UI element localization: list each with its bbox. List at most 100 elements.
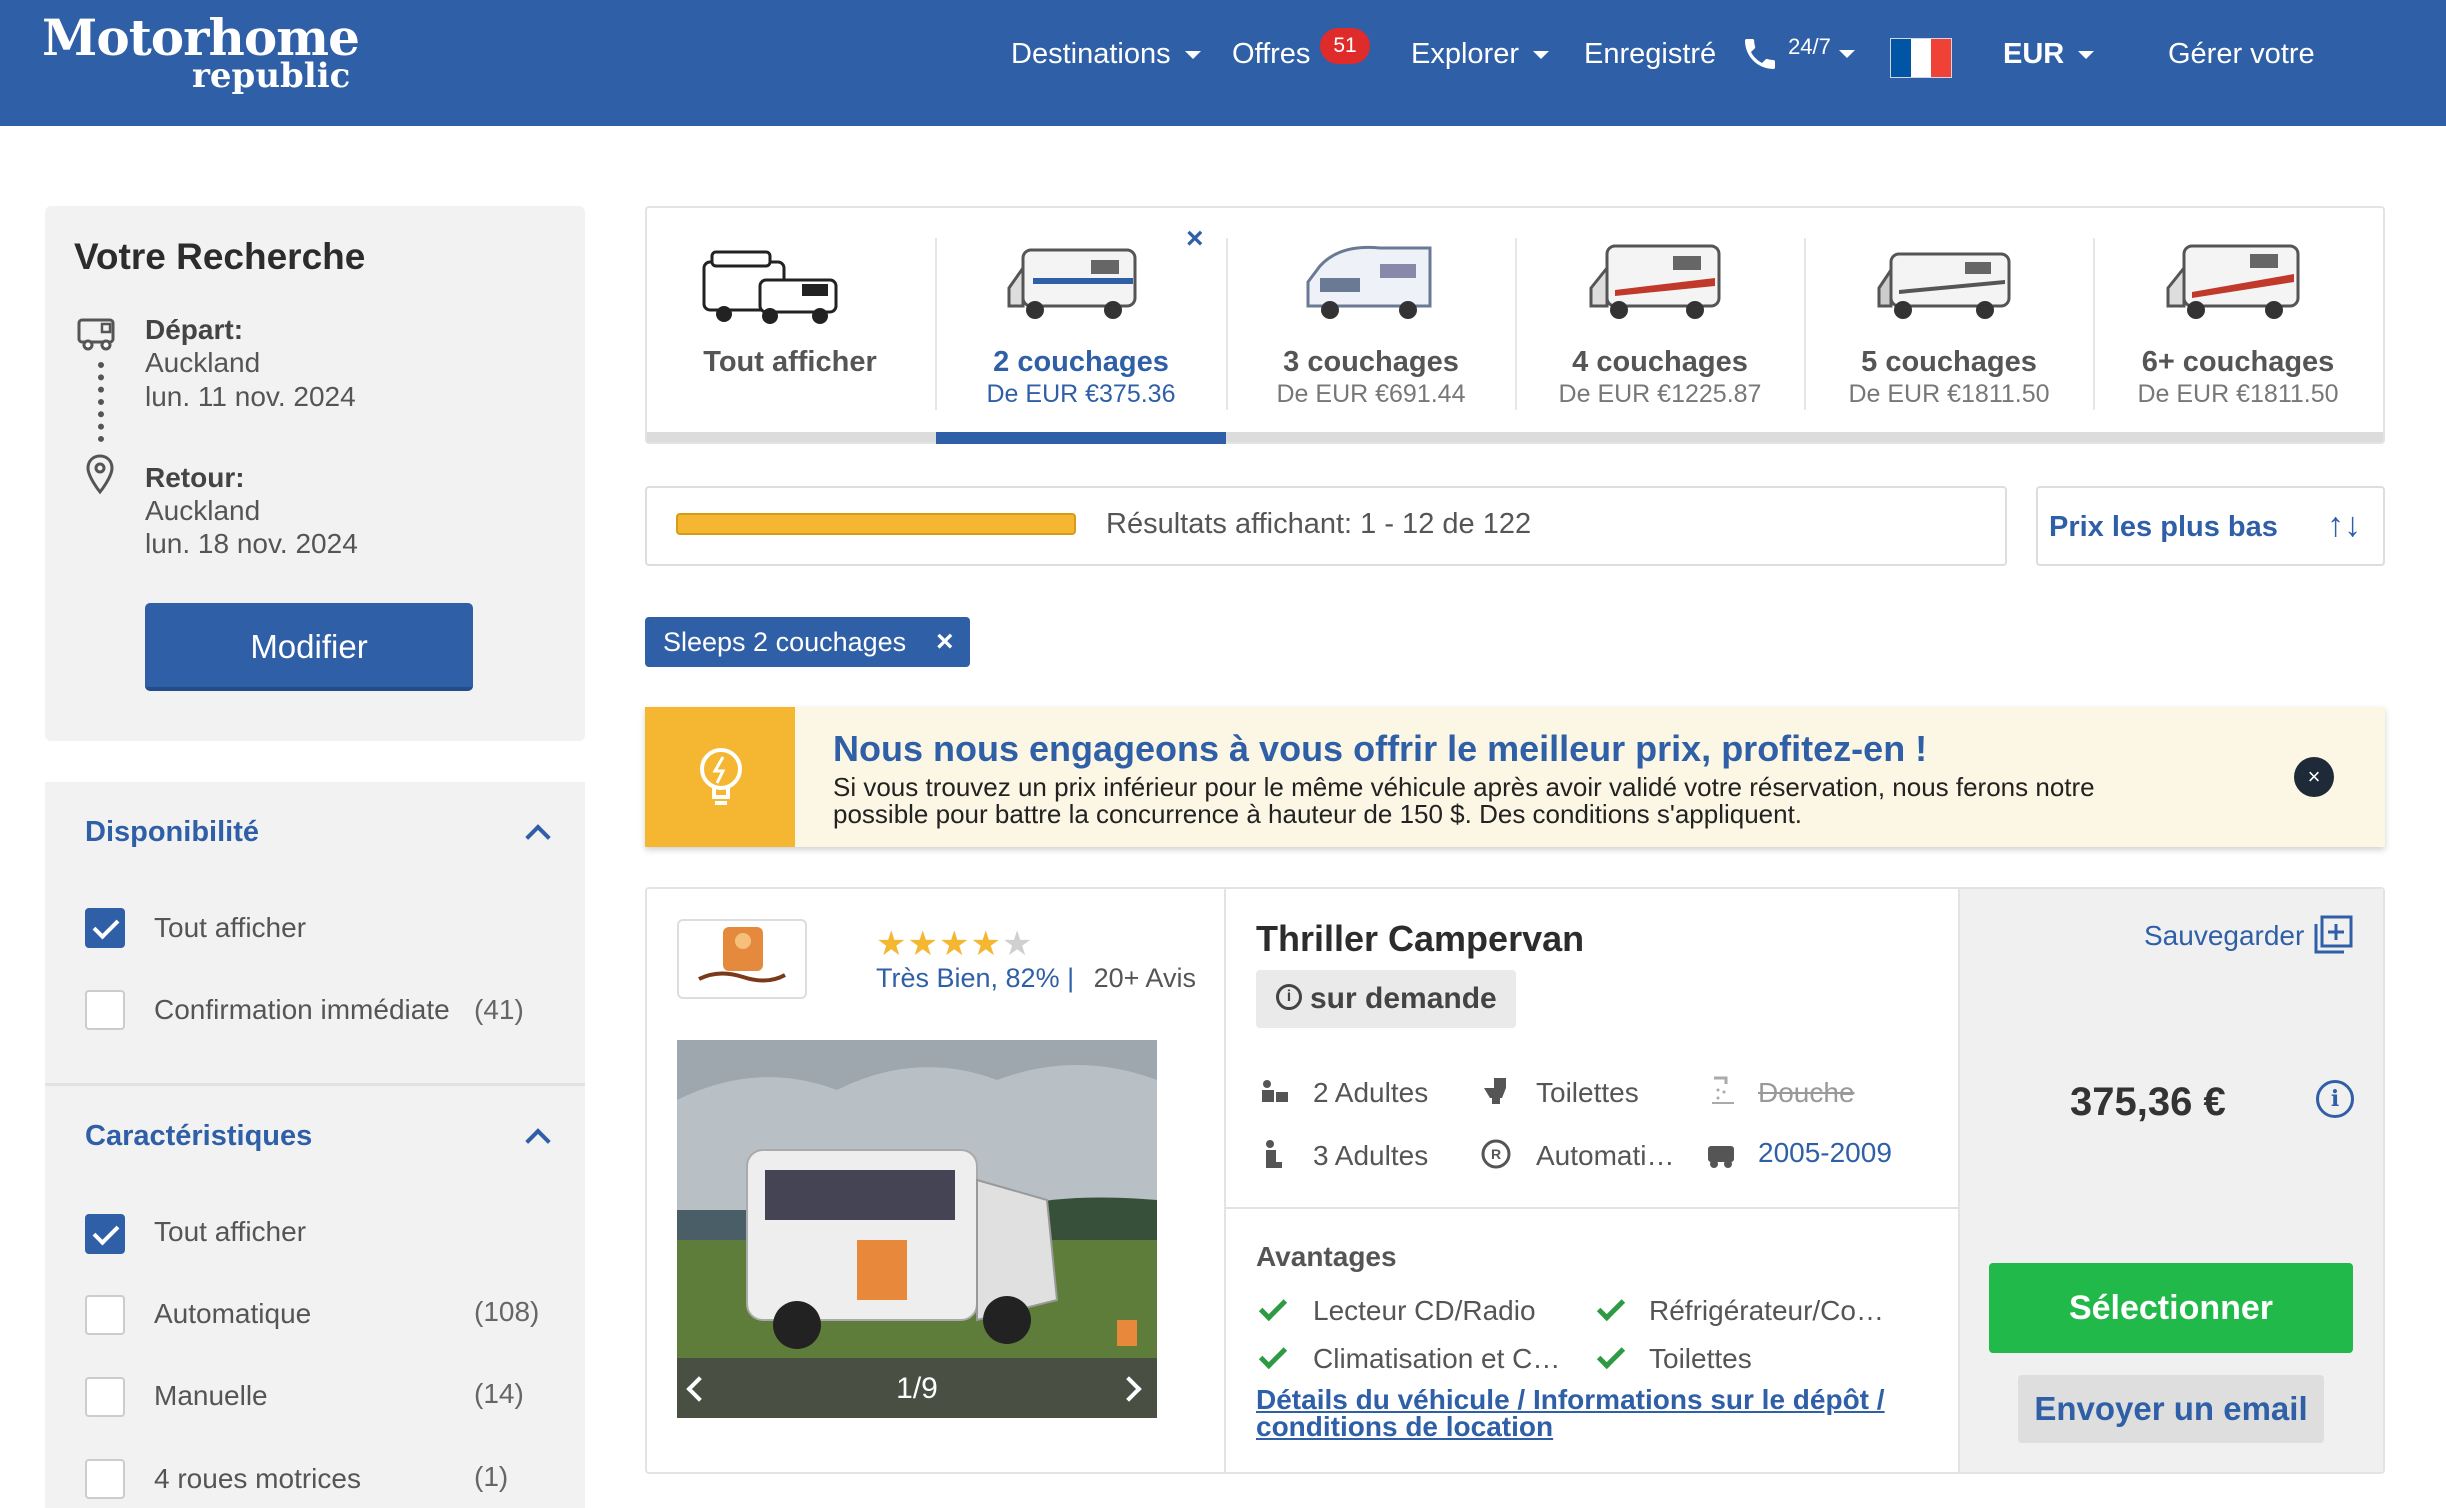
modify-search-button[interactable]: Modifier — [145, 603, 473, 691]
option-instant-confirmation[interactable]: Confirmation immédiate — [154, 994, 450, 1026]
checkbox-availability-all[interactable] — [85, 908, 125, 948]
rating-stars-filled: ★★★★ — [876, 925, 1002, 963]
vehicle-details-link[interactable]: Détails du véhicule / Informations sur l… — [1256, 1386, 1936, 1441]
results-progress-bar — [676, 513, 1076, 535]
benefit-item: Toilettes — [1649, 1343, 1752, 1374]
nav-support[interactable]: 24/7 — [1740, 34, 1855, 74]
active-tab-indicator — [936, 432, 1226, 444]
option-availability-all[interactable]: Tout afficher — [154, 912, 306, 944]
promo-body-line1: Si vous trouvez un prix inférieur pour l… — [833, 772, 2095, 802]
search-title: Votre Recherche — [74, 236, 366, 277]
chevron-down-icon — [1184, 51, 1201, 60]
count-4wd: (1) — [474, 1461, 509, 1492]
motorhome-icon — [1007, 248, 1137, 319]
passenger-seat-icon — [1266, 1140, 1282, 1168]
rating-summary[interactable]: Très Bien, 82% | 20+ Avis — [876, 963, 1196, 994]
availability-filter-title[interactable]: Disponibilité — [85, 816, 259, 849]
nav-manage-booking[interactable]: Gérer votre — [2168, 38, 2315, 71]
spec-shower: Douche — [1758, 1077, 1855, 1108]
logo-line2[interactable]: republic — [192, 56, 350, 96]
departure-label: Départ: — [145, 314, 244, 345]
select-vehicle-button[interactable]: Sélectionner — [1989, 1263, 2353, 1353]
tab-4-sleeps-title: 4 couchages — [1572, 346, 1748, 378]
info-circle-icon: i — [1276, 984, 1302, 1010]
toilet-icon — [1484, 1078, 1506, 1104]
option-4wd[interactable]: 4 roues motrices — [154, 1463, 361, 1495]
save-add-icon[interactable] — [2312, 914, 2354, 956]
motorhome-icon — [1877, 252, 2011, 319]
promo-icon-box — [645, 707, 795, 847]
price-info-icon[interactable]: i — [2316, 1080, 2354, 1118]
tab-3-sleeps-price: De EUR €691.44 — [1276, 380, 1466, 408]
shower-icon — [1712, 1076, 1734, 1104]
promo-body-line2: possible pour battre la concurrence à ha… — [833, 799, 1803, 829]
nav-saved-label: Enregistré — [1584, 38, 1717, 70]
tab-all-title: Tout afficher — [703, 346, 877, 378]
offers-count-badge: 51 — [1320, 28, 1370, 64]
return-date: lun. 18 nov. 2024 — [145, 528, 358, 559]
benefit-item: Climatisation et C… — [1313, 1343, 1561, 1374]
chevron-down-icon — [2078, 51, 2095, 60]
vehicle-price: 375,36 € — [2070, 1080, 2226, 1124]
send-email-button[interactable]: Envoyer un email — [2018, 1375, 2324, 1443]
promo-title: Nous nous engageons à vous offrir le mei… — [833, 728, 1928, 769]
nav-destinations[interactable]: Destinations — [1011, 38, 1201, 71]
motorhome-icon — [1306, 245, 1432, 319]
departure-city: Auckland — [145, 347, 261, 378]
card-divider — [1224, 889, 1226, 1472]
currency-selector[interactable]: EUR — [2003, 38, 2095, 71]
tab-5-sleeps-price: De EUR €1811.50 — [1848, 380, 2050, 408]
tab-3-sleeps-title: 3 couchages — [1283, 346, 1459, 378]
nav-explore-label: Explorer — [1411, 38, 1519, 70]
top-header: Motorhome republic Destinations Offres 5… — [0, 0, 2446, 126]
nav-destinations-label: Destinations — [1011, 38, 1171, 70]
tab-2-sleeps-price: De EUR €375.36 — [986, 380, 1176, 408]
tab-6-plus-sleeps-title: 6+ couchages — [2141, 346, 2335, 378]
manage-label: Gérer votre — [2168, 38, 2315, 70]
france-flag-icon[interactable] — [1890, 38, 1952, 78]
flag-red — [1931, 39, 1951, 77]
checkbox-features-all[interactable] — [85, 1214, 125, 1254]
option-automatic[interactable]: Automatique — [154, 1298, 311, 1330]
promo-close-icon[interactable]: × — [2294, 757, 2334, 797]
active-filter-chip[interactable]: Sleeps 2 couchages × — [645, 617, 970, 667]
reviews-count[interactable]: 20+ Avis — [1094, 963, 1196, 993]
card-section-divider — [1226, 1207, 1958, 1209]
photo-counter: 1/9 — [896, 1372, 938, 1405]
rating-stars: ★★★★★ — [876, 924, 1033, 964]
checkbox-4wd[interactable] — [85, 1459, 125, 1499]
motorhome-icon — [2166, 244, 2300, 319]
vehicle-year-icon — [1708, 1146, 1734, 1168]
nav-offers[interactable]: Offres — [1232, 38, 1310, 71]
spec-seatbelts: 2 Adultes — [1313, 1077, 1429, 1108]
promo-body: Si vous trouvez un prix inférieur pour l… — [833, 774, 2213, 828]
filter-divider — [45, 1083, 585, 1086]
nav-explore[interactable]: Explorer — [1411, 38, 1549, 71]
save-vehicle-link[interactable]: Sauvegarder — [2144, 920, 2304, 952]
benefit-item: Réfrigérateur/Co… — [1649, 1295, 1884, 1326]
phone-icon — [1745, 39, 1775, 69]
campervan-group-icon — [702, 250, 838, 324]
motorhome-icon — [1589, 244, 1721, 319]
option-manual[interactable]: Manuelle — [154, 1380, 268, 1412]
tab-6-plus-sleeps-price: De EUR €1811.50 — [2137, 380, 2339, 408]
results-count-text: Résultats affichant: 1 - 12 de 122 — [1106, 508, 1532, 540]
availability-badge: i sur demande — [1256, 970, 1516, 1028]
return-label: Retour: — [145, 462, 245, 493]
tab-2-sleeps-title: 2 couchages — [993, 346, 1169, 378]
supplier-logo-image — [698, 927, 786, 983]
checkbox-manual[interactable] — [85, 1377, 125, 1417]
availability-text: sur demande — [1310, 982, 1497, 1015]
features-filter-title[interactable]: Caractéristiques — [85, 1120, 312, 1153]
nav-saved[interactable]: Enregistré — [1584, 38, 1716, 71]
svg-text:R: R — [1491, 1146, 1501, 1162]
benefit-item: Lecteur CD/Radio — [1313, 1295, 1536, 1326]
vehicle-name[interactable]: Thriller Campervan — [1256, 918, 1584, 960]
chevron-down-icon — [1838, 50, 1855, 58]
checkbox-automatic[interactable] — [85, 1295, 125, 1335]
option-features-all[interactable]: Tout afficher — [154, 1216, 306, 1248]
clear-tab-close-icon[interactable]: × — [1186, 222, 1204, 256]
spec-toilet: Toilettes — [1536, 1077, 1639, 1108]
checkbox-instant-confirmation[interactable] — [85, 990, 125, 1030]
chip-close-icon[interactable]: × — [936, 617, 954, 667]
